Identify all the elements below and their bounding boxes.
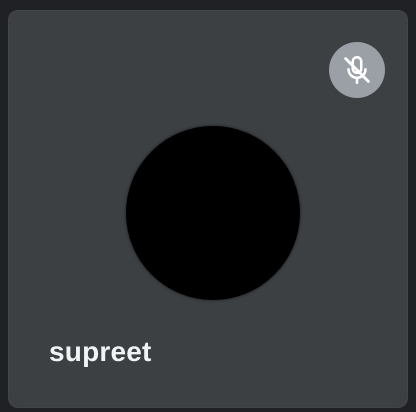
participant-name: supreet (49, 336, 152, 367)
mute-status-badge (329, 42, 385, 98)
mic-off-icon (344, 55, 370, 85)
participant-avatar (126, 126, 300, 300)
participant-tile[interactable]: supreet (8, 10, 408, 408)
